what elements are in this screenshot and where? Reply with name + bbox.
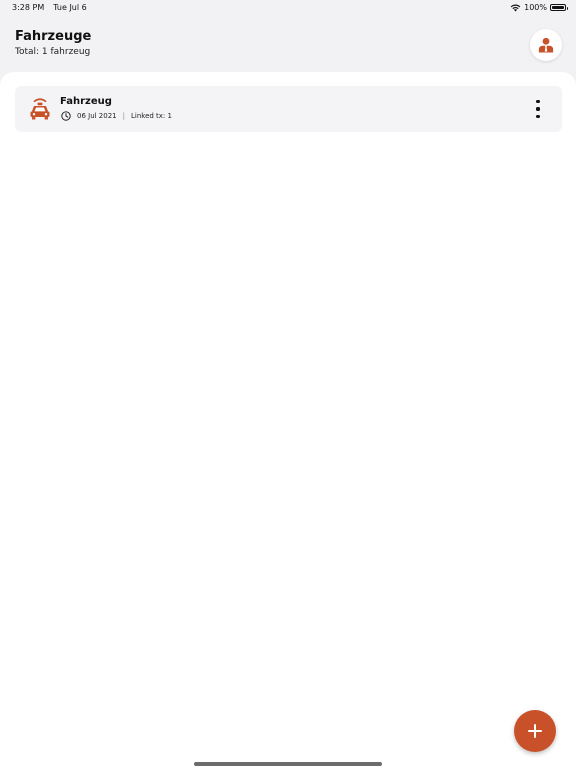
battery-icon: [550, 4, 568, 11]
battery-fill: [552, 6, 564, 9]
vehicle-date: 06 Jul 2021: [77, 112, 117, 120]
menu-dot: [536, 100, 540, 104]
page-title: Fahrzeuge: [15, 29, 92, 44]
battery-percent: 100%: [524, 3, 547, 12]
list-item[interactable]: Fahrzeug 06 Jul 2021 | Linked tx: 1: [15, 86, 562, 132]
car-icon: [29, 97, 51, 120]
vehicle-name: Fahrzeug: [60, 96, 112, 107]
linked-count: Linked tx: 1: [130, 112, 172, 120]
menu-dot: [536, 107, 540, 111]
status-time: 3:28 PM: [12, 3, 45, 12]
content-sheet: Fahrzeug 06 Jul 2021 | Linked tx: 1: [0, 72, 576, 768]
page-header: Fahrzeuge Total: 1 fahrzeug: [15, 28, 91, 58]
clock-icon: [61, 111, 71, 121]
page-subtitle: Total: 1 fahrzeug: [15, 47, 91, 57]
more-vertical-icon[interactable]: [532, 100, 544, 118]
status-date: Tue Jul 6: [53, 3, 87, 12]
plus-icon: [528, 724, 542, 738]
status-right: 100%: [510, 3, 568, 12]
status-left: 3:28 PM Tue Jul 6: [12, 3, 87, 12]
app-screen: 3:28 PM Tue Jul 6 100% Fahrzeuge Total: …: [0, 0, 576, 768]
home-indicator: [194, 762, 382, 766]
person-icon: [538, 37, 554, 53]
status-bar: 3:28 PM Tue Jul 6 100%: [0, 0, 576, 16]
menu-dot: [536, 114, 540, 118]
vehicle-meta: 06 Jul 2021 | Linked tx: 1: [61, 111, 172, 121]
wifi-icon: [510, 4, 521, 11]
add-vehicle-button[interactable]: [514, 710, 556, 752]
meta-separator: |: [122, 112, 125, 120]
profile-button[interactable]: [530, 29, 562, 61]
